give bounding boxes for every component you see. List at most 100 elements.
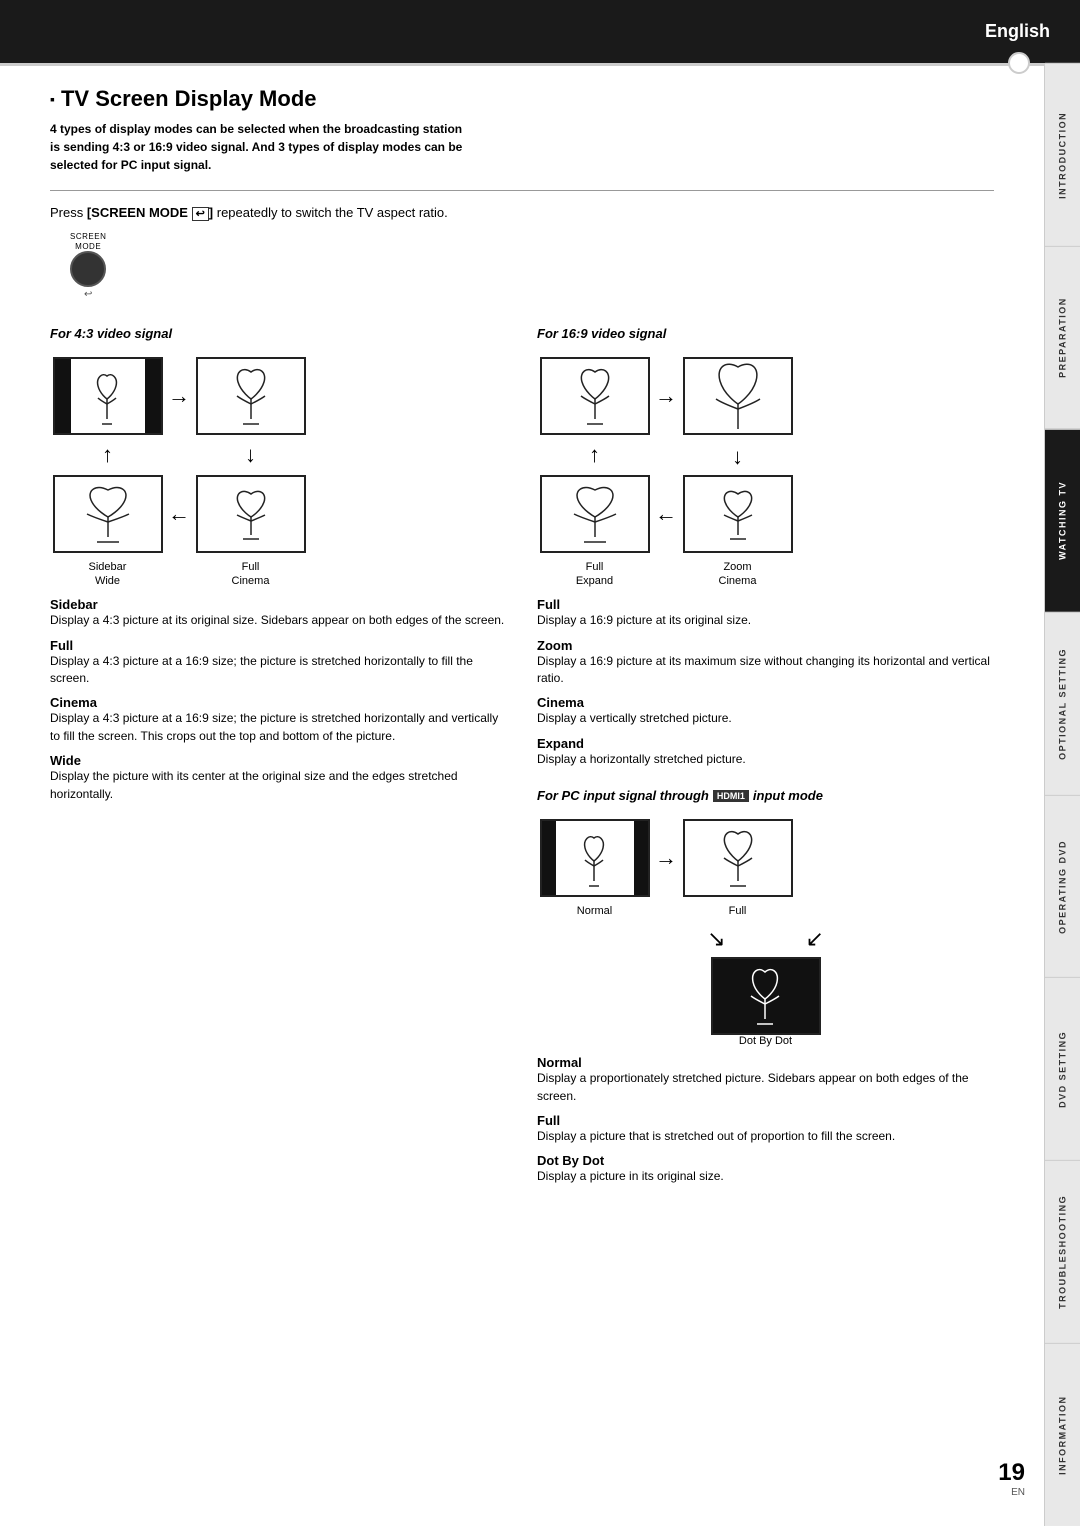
label-full-169-top: Full: [586, 561, 604, 573]
desc-normal-pc-text: Display a proportionately stretched pict…: [537, 1070, 994, 1105]
label-full-pc: Full: [729, 905, 747, 917]
diagram-full-pc: [683, 819, 793, 897]
desc-expand-title: Expand: [537, 736, 994, 751]
label-zoom: Zoom: [723, 561, 751, 573]
label-sidebar: Sidebar: [89, 561, 127, 573]
sidebar-tab-optional-setting: OPTIONAL SETTING: [1045, 612, 1080, 795]
page-subtitle: 4 types of display modes can be selected…: [50, 120, 994, 174]
desc-full-43-title: Full: [50, 638, 507, 653]
diagram-dotbydot-wrapper: Dot By Dot: [537, 957, 994, 1047]
label-cinema-169: Cinema: [719, 575, 757, 587]
diagram-pc: →: [537, 813, 994, 1047]
desc-dotbydot-title: Dot By Dot: [537, 1153, 994, 1168]
sidebar-tab-watching-tv: WATCHING TV: [1045, 429, 1080, 612]
page-title: ▪ TV Screen Display Mode: [50, 86, 994, 112]
title-text: TV Screen Display Mode: [61, 86, 317, 112]
two-column-layout: For 4:3 video signal: [50, 326, 994, 1194]
diagram-cinema-169: [683, 475, 793, 553]
top-bar: English: [0, 0, 1080, 63]
sidebar-tab-troubleshooting: TROUBLESHOOTING: [1045, 1160, 1080, 1343]
desc-dotbydot: Dot By Dot Display a picture in its orig…: [537, 1153, 994, 1185]
label-wide: Wide: [95, 575, 120, 587]
desc-zoom-title: Zoom: [537, 638, 994, 653]
sidebar-tab-introduction: INTRODUCTION: [1045, 63, 1080, 246]
desc-expand: Expand Display a horizontally stretched …: [537, 736, 994, 768]
label-full-top: Full: [242, 561, 260, 573]
heading-43: For 4:3 video signal: [50, 326, 507, 341]
arrow-diag-right: ↙: [806, 926, 824, 952]
desc-cinema-169: Cinema Display a vertically stretched pi…: [537, 695, 994, 727]
instruction-text: Press [SCREEN MODE ↩] repeatedly to swit…: [50, 205, 994, 220]
desc-normal-pc-title: Normal: [537, 1055, 994, 1070]
screen-mode-button-image: SCREENMODE ↩: [70, 232, 106, 300]
desc-cinema-43: Cinema Display a 4:3 picture at a 16:9 s…: [50, 695, 507, 745]
language-label: English: [985, 21, 1080, 42]
desc-cinema-169-text: Display a vertically stretched picture.: [537, 710, 994, 727]
desc-dotbydot-text: Display a picture in its original size.: [537, 1168, 994, 1185]
diagram-169: →: [537, 351, 994, 587]
heading-169: For 16:9 video signal: [537, 326, 994, 341]
diagram-full-43: [196, 357, 306, 435]
right-sidebar: INTRODUCTION PREPARATION WATCHING TV OPT…: [1044, 63, 1080, 1526]
sidebar-tab-information: INFORMATION: [1045, 1343, 1080, 1526]
diagram-wide: [53, 475, 163, 553]
desc-full-43: Full Display a 4:3 picture at a 16:9 siz…: [50, 638, 507, 688]
diagram-normal-pc: [540, 819, 650, 897]
arrow-right-top: →: [168, 383, 190, 409]
sidebar-tab-preparation: PREPARATION: [1045, 246, 1080, 429]
screen-mode-circle: [70, 251, 106, 287]
desc-sidebar: Sidebar Display a 4:3 picture at its ori…: [50, 597, 507, 629]
desc-wide: Wide Display the picture with its center…: [50, 753, 507, 803]
page-number-area: 19 EN: [998, 1459, 1025, 1498]
desc-sidebar-text: Display a 4:3 picture at its original si…: [50, 612, 507, 629]
diagram-expand: [540, 475, 650, 553]
diagram-cinema-43: [196, 475, 306, 553]
label-dotbydot: Dot By Dot: [739, 1035, 792, 1047]
desc-expand-text: Display a horizontally stretched picture…: [537, 751, 994, 768]
label-cinema-43: Cinema: [232, 575, 270, 587]
col-43: For 4:3 video signal: [50, 326, 507, 1194]
screen-mode-label: SCREENMODE: [70, 232, 106, 251]
desc-sidebar-title: Sidebar: [50, 597, 507, 612]
col-169-pc: For 16:9 video signal: [537, 326, 994, 1194]
diagram-full-169: [540, 357, 650, 435]
hdmi-badge: HDMI1: [713, 790, 749, 802]
desc-full-pc-title: Full: [537, 1113, 994, 1128]
page-en: EN: [998, 1487, 1025, 1498]
arrow-diag-left: ↘: [707, 926, 725, 952]
desc-full-169-text: Display a 16:9 picture at its original s…: [537, 612, 994, 629]
diagram-43: →: [50, 351, 507, 587]
desc-full-169-title: Full: [537, 597, 994, 612]
desc-full-43-text: Display a 4:3 picture at a 16:9 size; th…: [50, 653, 507, 688]
diagram-sidebar: [53, 357, 163, 435]
page-number: 19: [998, 1459, 1025, 1487]
arrow-right-169-top: →: [655, 383, 677, 409]
diagram-dotbydot: Dot By Dot: [711, 957, 821, 1047]
screen-mode-icon: ↩: [84, 289, 92, 300]
arrow-left-bottom: ←: [168, 501, 190, 527]
pc-section: For PC input signal through HDMI1 input …: [537, 788, 994, 1186]
desc-zoom-text: Display a 16:9 picture at its maximum si…: [537, 653, 994, 688]
main-content: ▪ TV Screen Display Mode 4 types of disp…: [0, 66, 1044, 1234]
diagram-zoom: [683, 357, 793, 435]
pc-heading: For PC input signal through HDMI1 input …: [537, 788, 994, 803]
desc-full-pc-text: Display a picture that is stretched out …: [537, 1128, 994, 1145]
sidebar-tab-operating-dvd: OPERATING DVD: [1045, 795, 1080, 978]
desc-zoom: Zoom Display a 16:9 picture at its maxim…: [537, 638, 994, 688]
arrow-left-169-bottom: ←: [655, 501, 677, 527]
desc-cinema-43-title: Cinema: [50, 695, 507, 710]
arrow-up-169-left: ↑: [589, 442, 600, 468]
pc-heading-text: For PC input signal through: [537, 788, 709, 803]
arrow-right-pc: →: [655, 845, 677, 871]
arrow-up-left: ↑: [102, 442, 113, 468]
desc-wide-text: Display the picture with its center at t…: [50, 768, 507, 803]
desc-full-169: Full Display a 16:9 picture at its origi…: [537, 597, 994, 629]
desc-cinema-43-text: Display a 4:3 picture at a 16:9 size; th…: [50, 710, 507, 745]
desc-full-pc: Full Display a picture that is stretched…: [537, 1113, 994, 1145]
circle-decoration: [1008, 52, 1030, 74]
sidebar-tab-dvd-setting: DVD SETTING: [1045, 977, 1080, 1160]
title-bullet: ▪: [50, 91, 55, 107]
desc-normal-pc: Normal Display a proportionately stretch…: [537, 1055, 994, 1105]
label-normal-pc: Normal: [577, 905, 612, 917]
desc-cinema-169-title: Cinema: [537, 695, 994, 710]
